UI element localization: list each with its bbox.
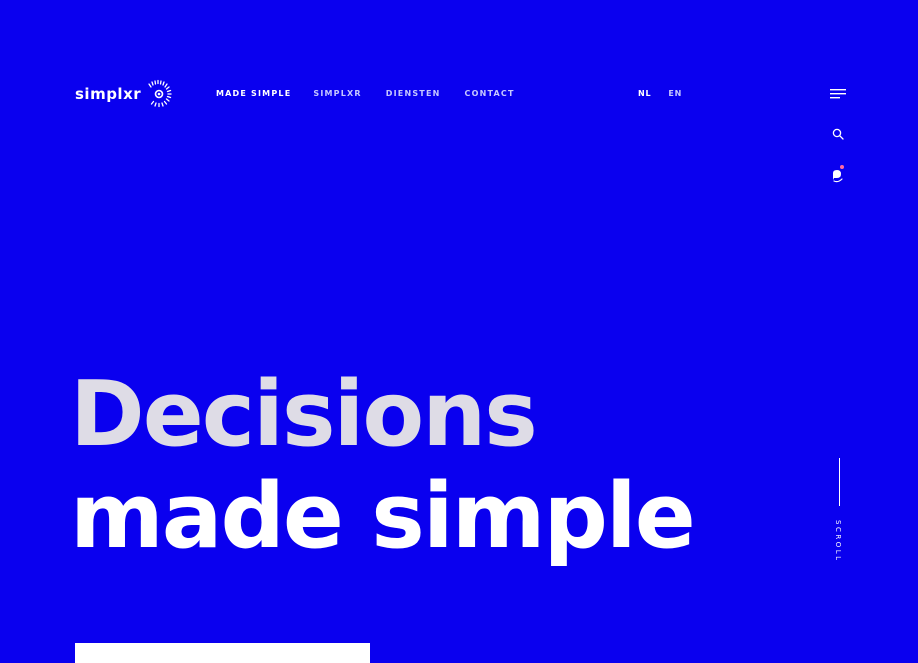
search-button[interactable] <box>827 124 849 144</box>
scroll-line <box>839 458 840 506</box>
nav-item-diensten[interactable]: DIENSTEN <box>386 88 441 100</box>
nav-item-simplxr[interactable]: SIMPLXR <box>313 88 361 100</box>
nav-item-made-simple[interactable]: MADE SIMPLE <box>216 88 291 100</box>
logo-link[interactable]: simplxr <box>75 78 175 110</box>
simplxr-logo-mark-icon <box>148 79 172 108</box>
menu-icon <box>830 89 846 99</box>
language-option-nl[interactable]: NL <box>638 88 651 100</box>
cta-button[interactable] <box>75 643 370 663</box>
hero-heading: Decisions made simple <box>70 362 696 569</box>
main-nav: MADE SIMPLE SIMPLXR DIENSTEN CONTACT <box>216 88 515 100</box>
hero-line-1: Decisions <box>70 362 538 467</box>
search-icon <box>832 128 844 140</box>
chat-icon <box>833 165 844 183</box>
scroll-label: SCROLL <box>834 520 842 563</box>
hero-line-2: made simple <box>70 464 696 569</box>
language-switcher: NL EN <box>638 88 682 100</box>
logo-text: simplxr <box>75 85 142 103</box>
language-option-en[interactable]: EN <box>668 88 682 100</box>
scroll-indicator[interactable]: SCROLL <box>832 458 846 568</box>
chat-button[interactable] <box>827 164 849 184</box>
nav-item-contact[interactable]: CONTACT <box>465 88 515 100</box>
menu-button[interactable] <box>827 84 849 104</box>
